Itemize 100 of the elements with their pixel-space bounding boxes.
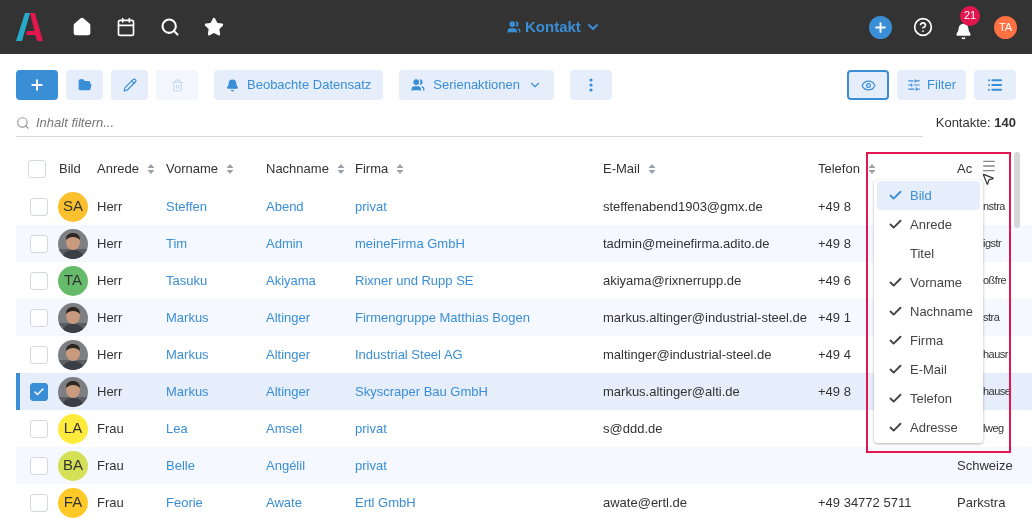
table-cell[interactable]: Industrial Steel AG [355, 346, 463, 362]
table-cell[interactable]: meineFirma GmbH [355, 235, 465, 251]
calendar-icon[interactable] [116, 17, 136, 37]
folder-icon [77, 78, 92, 92]
column-header[interactable]: Firma [355, 159, 389, 179]
help-icon[interactable] [913, 17, 933, 37]
table-cell[interactable]: Admin [266, 235, 303, 251]
open-button[interactable] [66, 70, 103, 100]
column-menu-item[interactable]: Bild [877, 181, 980, 210]
initials-avatar: FA [58, 487, 88, 518]
check-icon [888, 304, 903, 319]
table-cell: oßfre [983, 274, 1007, 287]
table-cell: +49 34772 5711 [818, 494, 912, 510]
row-checkbox[interactable] [30, 382, 48, 401]
table-cell[interactable]: Altinger [266, 383, 311, 399]
scrollbar[interactable] [1014, 152, 1020, 228]
series-actions-button[interactable]: Serienaktionen [399, 70, 555, 100]
table-cell: akiyama@rixnerrupp.de [603, 272, 742, 288]
sort-icon[interactable] [146, 163, 155, 175]
table-cell[interactable]: Akiyama [266, 272, 316, 288]
bell-icon [226, 78, 239, 92]
plus-icon [29, 77, 45, 93]
column-menu-icon[interactable] [981, 158, 997, 174]
more-button[interactable] [570, 70, 613, 100]
table-cell[interactable]: Awate [266, 494, 302, 510]
table-cell[interactable]: Ertl GmbH [355, 494, 416, 510]
table-cell: markus.altinger@industrial-steel.de [603, 309, 807, 325]
table-cell: hausr [983, 348, 1009, 361]
column-header[interactable]: Nachname [266, 159, 329, 179]
sort-icon[interactable] [396, 163, 405, 175]
more-icon [589, 78, 594, 92]
table-cell[interactable]: Steffen [166, 198, 207, 214]
table-cell[interactable]: Markus [166, 346, 209, 362]
table-cell: Herr [97, 346, 123, 362]
table-cell[interactable]: Abend [266, 198, 304, 214]
home-icon[interactable] [72, 17, 92, 37]
sliders-icon [907, 78, 922, 92]
table-cell[interactable]: Altinger [266, 309, 311, 325]
column-menu-item[interactable]: Vorname [877, 268, 980, 297]
column-header[interactable]: Vorname [166, 159, 219, 179]
table-cell: +49 8 [818, 198, 851, 214]
list-view-button[interactable] [974, 70, 1016, 100]
table-cell: Herr [97, 272, 123, 288]
watch-button[interactable]: Beobachte Datensatz [214, 70, 384, 100]
add-icon[interactable] [869, 15, 892, 39]
sort-icon[interactable] [226, 163, 235, 175]
column-header[interactable]: Ac [957, 159, 973, 179]
table-cell[interactable]: Belle [166, 457, 195, 473]
table-cell[interactable]: Angélil [266, 457, 306, 473]
check-icon [888, 275, 903, 290]
table-cell[interactable]: Feorie [166, 494, 203, 510]
column-menu-item[interactable]: Nachname [877, 297, 980, 326]
filter-button[interactable]: Filter [897, 70, 966, 100]
table-cell[interactable]: Lea [166, 420, 188, 436]
table-cell[interactable]: Firmengruppe Matthias Bogen [355, 309, 530, 325]
table-cell[interactable]: privat [355, 198, 387, 214]
edit-button[interactable] [111, 70, 148, 100]
table-cell[interactable]: privat [355, 420, 387, 436]
column-header[interactable]: E-Mail [603, 159, 640, 179]
pencil-icon [122, 78, 137, 92]
search-icon [16, 115, 30, 130]
contact-count: Kontakte: 140 [935, 114, 1016, 133]
filter-field[interactable]: Inhalt filtern... [36, 112, 923, 133]
column-menu-item[interactable]: Adresse [877, 413, 980, 442]
table-cell[interactable]: Altinger [266, 346, 311, 362]
module-dropdown[interactable]: Kontakt [507, 15, 601, 39]
table-cell: +49 8 [818, 383, 851, 399]
table-cell: hause [983, 385, 1011, 398]
star-icon[interactable] [204, 17, 224, 37]
column-header[interactable]: Telefon [818, 159, 860, 179]
table-cell[interactable]: Tim [166, 235, 188, 251]
column-header[interactable]: Bild [58, 159, 81, 179]
column-header[interactable]: Anrede [97, 159, 139, 179]
table-cell: Herr [97, 198, 123, 214]
table-cell: Frau [97, 420, 124, 436]
search-icon[interactable] [160, 17, 180, 37]
check-icon [888, 362, 903, 377]
view-toggle[interactable] [847, 70, 890, 100]
table-cell[interactable]: Markus [166, 383, 209, 399]
cursor-icon [981, 172, 995, 186]
plus-icon [873, 19, 888, 35]
table-cell: +49 8 [818, 235, 851, 251]
column-menu-item[interactable]: Telefon [877, 384, 980, 413]
table-cell[interactable]: Skyscraper Bau GmbH [355, 383, 488, 399]
table-cell[interactable]: Markus [166, 309, 209, 325]
table-cell[interactable]: Amsel [266, 420, 303, 436]
sort-icon[interactable] [336, 163, 345, 175]
user-avatar[interactable]: TA [994, 15, 1017, 39]
sort-icon[interactable] [867, 163, 876, 175]
table-cell[interactable]: Rixner und Rupp SE [355, 272, 474, 288]
table-cell: maltinger@industrial-steel.de [603, 346, 772, 362]
bell-icon[interactable] [955, 22, 972, 40]
users-icon [411, 78, 426, 92]
table-cell: steffenabend1903@gmx.de [603, 198, 763, 214]
sort-icon[interactable] [647, 163, 656, 175]
table-row[interactable]: BA Frau Belle Angélil privat Schweize [16, 447, 1032, 484]
table-cell: +49 1 [818, 309, 851, 325]
table-cell[interactable]: privat [355, 457, 387, 473]
new-button[interactable] [16, 70, 58, 100]
table-cell[interactable]: Tasuku [166, 272, 208, 288]
